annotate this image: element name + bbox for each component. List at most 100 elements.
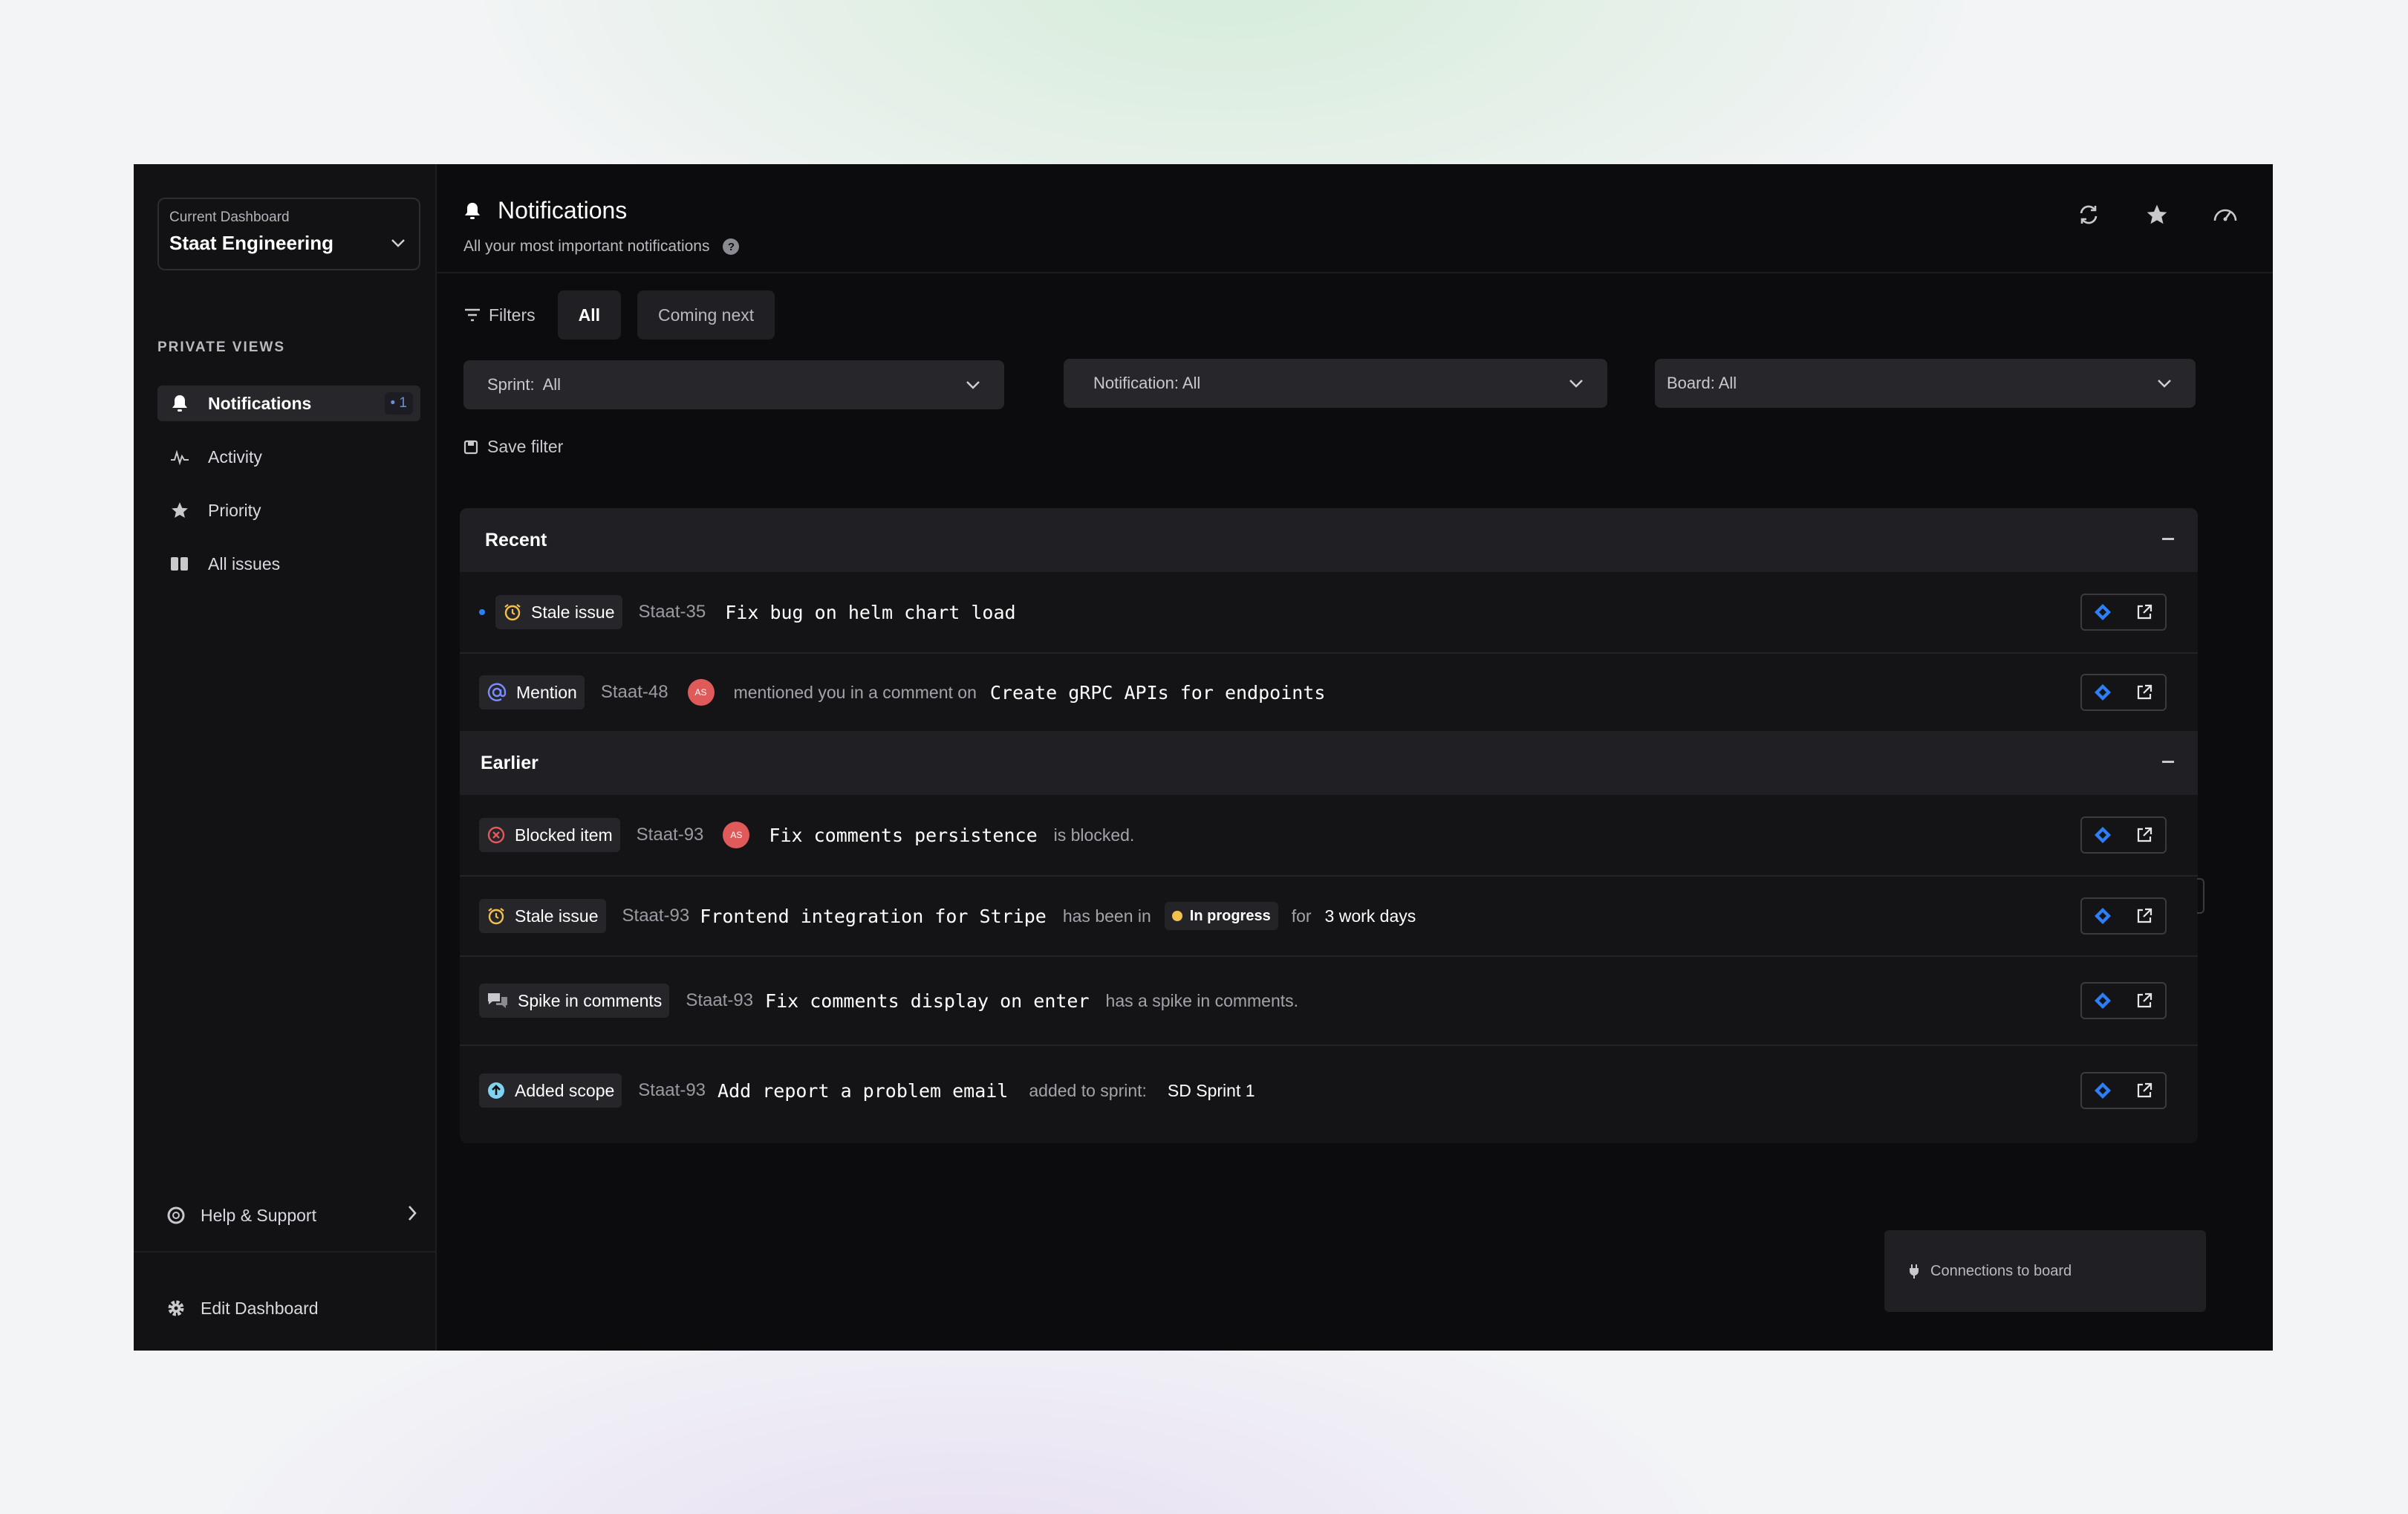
connections-label: Connections to board <box>1930 1262 2072 1279</box>
row-actions <box>2080 674 2167 711</box>
unread-count-badge: • 1 <box>384 392 413 415</box>
type-tag-blocked: Blocked item <box>479 818 620 852</box>
edit-dashboard-button[interactable]: Edit Dashboard <box>157 1287 319 1329</box>
chip-coming-next[interactable]: Coming next <box>637 290 775 339</box>
alarm-clock-icon <box>487 906 506 926</box>
group-title: Recent <box>485 529 547 550</box>
type-tag-stale: Stale issue <box>495 595 622 629</box>
jira-icon[interactable] <box>2094 683 2112 701</box>
header-divider <box>437 272 2273 273</box>
tag-label: Spike in comments <box>518 990 663 1010</box>
scroll-handle[interactable] <box>2197 878 2204 914</box>
notification-dropdown[interactable]: Notification: All <box>1064 359 1607 408</box>
issue-title[interactable]: Fix comments display on enter <box>765 990 1090 1012</box>
jira-icon[interactable] <box>2094 826 2112 844</box>
jira-icon[interactable] <box>2094 603 2112 621</box>
notification-row[interactable]: Spike in comments Staat-93 Fix comments … <box>460 957 2198 1046</box>
jira-icon[interactable] <box>2094 992 2112 1010</box>
issue-title[interactable]: Fix bug on helm chart load <box>725 602 1015 623</box>
tag-label: Stale issue <box>531 602 615 622</box>
notification-text: for <box>1291 906 1312 926</box>
notification-row[interactable]: Stale issue Staat-35 Fix bug on helm cha… <box>460 572 2198 654</box>
chevron-right-icon <box>407 1205 417 1226</box>
status-badge: In progress <box>1164 902 1278 930</box>
type-tag-added-scope: Added scope <box>479 1073 622 1108</box>
notification-text: mentioned you in a comment on <box>733 682 977 702</box>
issue-key: Staat-48 <box>600 682 668 702</box>
collapse-icon[interactable] <box>2162 761 2174 763</box>
nav-list: Notifications • 1 Activity Priority All <box>157 386 420 600</box>
jira-icon[interactable] <box>2094 907 2112 925</box>
tag-label: Added scope <box>515 1080 615 1100</box>
collapse-icon[interactable] <box>2162 538 2174 540</box>
notification-row[interactable]: Mention Staat-48 AS mentioned you in a c… <box>460 654 2198 731</box>
refresh-icon[interactable] <box>2071 197 2106 233</box>
dashboard-selector[interactable]: Current Dashboard Staat Engineering <box>157 198 420 270</box>
edit-label: Edit Dashboard <box>201 1298 319 1318</box>
sidebar-item-notifications[interactable]: Notifications • 1 <box>157 386 420 421</box>
columns-icon <box>168 552 192 576</box>
chevron-down-icon <box>1569 379 1584 388</box>
issue-key: Staat-93 <box>622 906 690 926</box>
sidebar-item-label: Notifications <box>208 393 312 413</box>
unread-dot <box>479 609 485 615</box>
issue-title[interactable]: Add report a problem email <box>717 1080 1008 1102</box>
activity-icon <box>168 445 192 469</box>
notification-text: is blocked. <box>1053 825 1135 845</box>
board-dropdown-value: Board: All <box>1667 374 1737 392</box>
notification-dropdown-value: Notification: All <box>1093 374 1201 392</box>
alarm-clock-icon <box>503 602 522 622</box>
row-actions <box>2080 1072 2167 1109</box>
external-link-icon[interactable] <box>2135 1082 2153 1099</box>
dashboard-caption: Current Dashboard <box>169 209 290 225</box>
notification-row[interactable]: Added scope Staat-93 Add report a proble… <box>460 1046 2198 1135</box>
issue-key: Staat-35 <box>638 602 706 622</box>
external-link-icon[interactable] <box>2135 992 2153 1010</box>
star-icon[interactable] <box>2139 197 2175 233</box>
tag-label: Stale issue <box>515 906 599 926</box>
sidebar-item-activity[interactable]: Activity <box>157 439 420 475</box>
issue-key: Staat-93 <box>686 990 754 1010</box>
jira-icon[interactable] <box>2094 1082 2112 1099</box>
row-actions <box>2080 594 2167 631</box>
arrow-up-circle-icon <box>487 1081 506 1100</box>
section-title: PRIVATE VIEWS <box>157 339 286 355</box>
issue-title[interactable]: Create gRPC APIs for endpoints <box>990 682 1326 704</box>
chip-all[interactable]: All <box>557 290 622 339</box>
filters-button[interactable]: Filters <box>463 305 536 325</box>
help-label: Help & Support <box>201 1205 316 1225</box>
sidebar-item-label: Priority <box>208 500 261 520</box>
group-header-recent: Recent <box>460 508 2198 572</box>
issue-title[interactable]: Fix comments persistence <box>769 825 1037 846</box>
bell-icon <box>463 201 481 221</box>
row-actions <box>2080 897 2167 935</box>
bell-icon <box>168 392 192 415</box>
external-link-icon[interactable] <box>2135 683 2153 701</box>
comments-icon <box>487 991 509 1010</box>
sidebar-item-label: Activity <box>208 446 262 467</box>
connections-button[interactable]: Connections to board <box>1884 1230 2206 1312</box>
notification-row[interactable]: Blocked item Staat-93 AS Fix comments pe… <box>460 795 2198 877</box>
board-dropdown[interactable]: Board: All <box>1655 359 2196 408</box>
external-link-icon[interactable] <box>2135 826 2153 844</box>
help-support-link[interactable]: Help & Support <box>157 1195 420 1236</box>
issue-title[interactable]: Frontend integration for Stripe <box>700 906 1047 927</box>
external-link-icon[interactable] <box>2135 907 2153 925</box>
save-filter-button[interactable]: Save filter <box>463 437 563 457</box>
help-icon[interactable]: ? <box>723 238 740 255</box>
sidebar-item-all-issues[interactable]: All issues <box>157 546 420 582</box>
tag-label: Mention <box>516 682 577 702</box>
page-title: Notifications <box>463 197 627 224</box>
group-title: Earlier <box>481 752 538 773</box>
external-link-icon[interactable] <box>2135 603 2153 621</box>
sidebar-item-priority[interactable]: Priority <box>157 493 420 528</box>
app-window: Current Dashboard Staat Engineering PRIV… <box>134 164 2273 1351</box>
group-header-earlier: Earlier <box>460 731 2198 795</box>
notification-row[interactable]: Stale issue Staat-93 Frontend integratio… <box>460 877 2198 957</box>
chevron-down-icon <box>391 238 406 251</box>
status-dot <box>1171 911 1182 921</box>
gauge-icon[interactable] <box>2207 197 2243 233</box>
chevron-down-icon <box>966 380 980 389</box>
sprint-dropdown[interactable]: Sprint: All <box>463 360 1004 409</box>
type-tag-mention: Mention <box>479 675 585 709</box>
